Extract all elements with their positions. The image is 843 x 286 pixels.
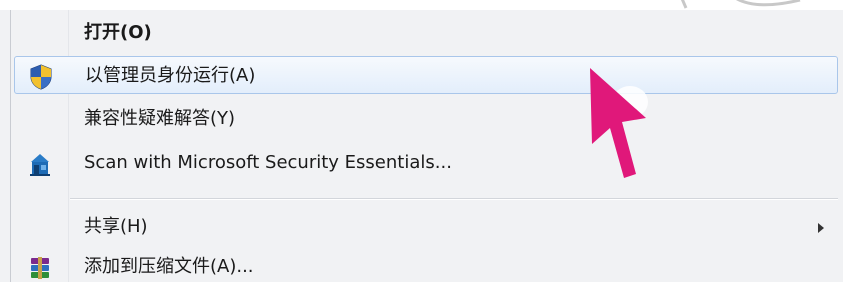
winrar-icon [26, 254, 54, 282]
menu-item-open[interactable]: 打开(O) [14, 14, 838, 52]
menu-item-share[interactable]: 共享(H) [14, 208, 838, 246]
menu-left-border [10, 10, 11, 282]
menu-item-label: 打开(O) [84, 22, 152, 43]
menu-item-label: Scan with Microsoft Security Essentials.… [84, 152, 452, 173]
submenu-arrow-icon [818, 223, 824, 233]
security-essentials-icon [26, 150, 54, 178]
menu-separator-highlight [70, 199, 838, 200]
context-menu: 打开(O) 以管理员身份运行(A) 兼容性疑难解答(Y) Scan with M… [0, 0, 843, 282]
menu-item-label: 兼容性疑难解答(Y) [84, 108, 236, 129]
menu-item-run-as-admin[interactable]: 以管理员身份运行(A) [14, 56, 838, 94]
pointer-arrow-icon [590, 68, 648, 178]
menu-item-troubleshoot-compatibility[interactable]: 兼容性疑难解答(Y) [14, 100, 838, 138]
menu-item-add-to-archive[interactable]: 添加到压缩文件(A)... [14, 248, 838, 286]
background-decoration [680, 0, 801, 9]
menu-item-label: 共享(H) [84, 216, 148, 237]
menu-item-scan-mse[interactable]: Scan with Microsoft Security Essentials.… [14, 144, 838, 182]
menu-item-label: 以管理员身份运行(A) [85, 65, 256, 86]
menu-item-label: 添加到压缩文件(A)... [84, 256, 254, 277]
uac-shield-icon [27, 63, 55, 91]
